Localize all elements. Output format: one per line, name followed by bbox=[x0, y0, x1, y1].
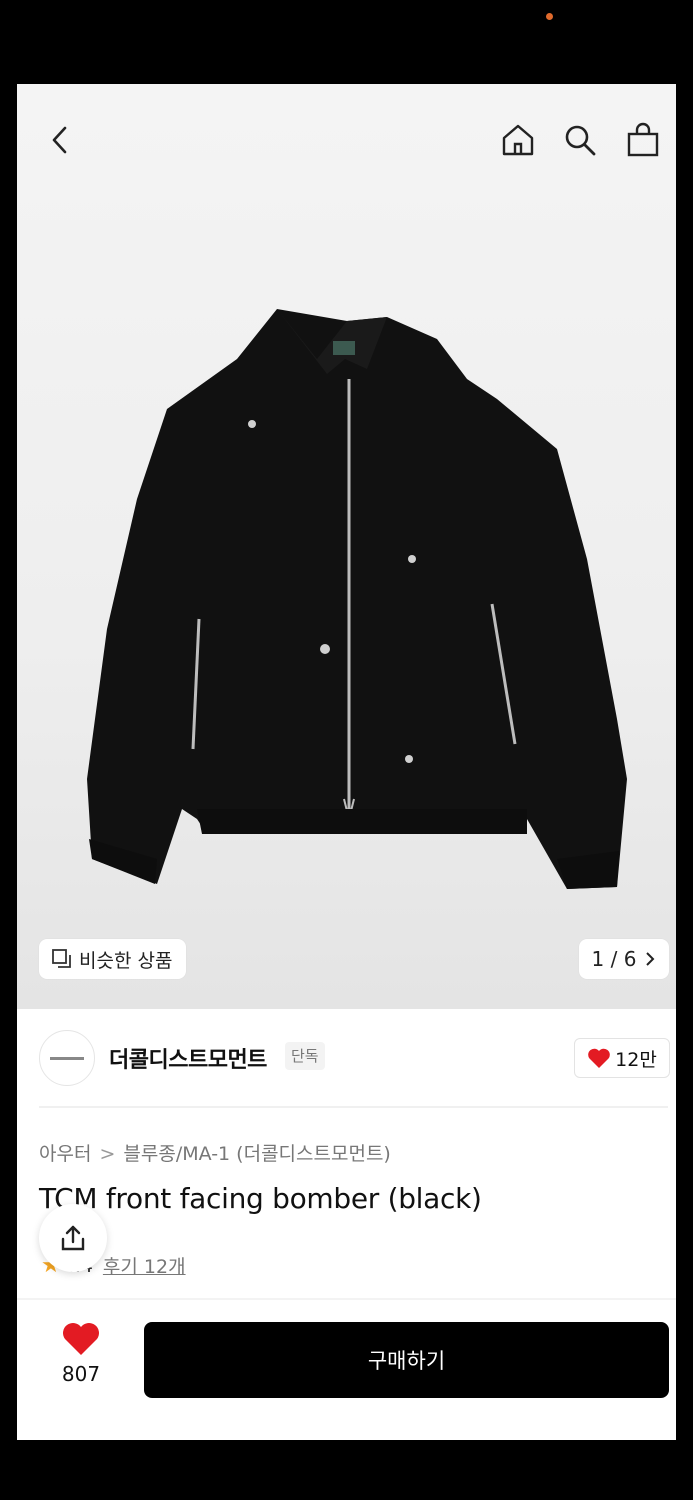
search-icon bbox=[565, 125, 596, 156]
wish-button[interactable]: 807 bbox=[39, 1322, 123, 1402]
search-button[interactable] bbox=[558, 118, 602, 162]
exclusive-badge: 단독 bbox=[285, 1042, 325, 1070]
wish-count: 807 bbox=[61, 1362, 101, 1386]
buy-button[interactable]: 구매하기 bbox=[144, 1322, 669, 1398]
status-dot bbox=[546, 13, 553, 20]
product-image bbox=[87, 309, 627, 889]
product-gallery[interactable]: 비슷한 상품 1 / 6 bbox=[17, 84, 676, 1009]
image-counter-text: 1 / 6 bbox=[591, 947, 637, 971]
footer-divider bbox=[17, 1298, 676, 1300]
home-button[interactable] bbox=[496, 118, 540, 162]
reviews-link[interactable]: 후기 12개 bbox=[103, 1252, 186, 1279]
bag-button[interactable] bbox=[621, 118, 665, 162]
similar-icon bbox=[52, 949, 71, 968]
breadcrumb: 아우터 > 블루종/MA-1 (더콜디스트모먼트) bbox=[39, 1143, 391, 1165]
image-counter[interactable]: 1 / 6 bbox=[579, 939, 669, 979]
heart-icon bbox=[588, 1048, 610, 1068]
bag-icon bbox=[627, 122, 659, 157]
brand-row[interactable]: 더콜디스트모먼트 단독 12만 bbox=[17, 1009, 676, 1107]
heart-icon bbox=[63, 1323, 99, 1355]
back-icon bbox=[52, 126, 67, 154]
home-icon bbox=[502, 124, 534, 156]
brand-name[interactable]: 더콜디스트모먼트 bbox=[109, 1042, 267, 1074]
chevron-right-icon bbox=[646, 952, 655, 966]
share-button[interactable] bbox=[39, 1204, 107, 1272]
share-icon bbox=[61, 1225, 85, 1251]
similar-products-label: 비슷한 상품 bbox=[79, 949, 173, 972]
breadcrumb-item[interactable]: 아우터 bbox=[39, 1143, 91, 1165]
back-button[interactable] bbox=[39, 118, 83, 162]
product-screen: 비슷한 상품 1 / 6 더콜디스트모먼트 단독 12만 아우터 > 블루종/MA-… bbox=[17, 84, 676, 1440]
divider bbox=[39, 1106, 668, 1108]
top-bar bbox=[17, 84, 676, 194]
product-title: TCM front facing bomber (black) bbox=[39, 1182, 482, 1215]
brand-like-count: 12만 bbox=[615, 1048, 657, 1071]
similar-products-button[interactable]: 비슷한 상품 bbox=[39, 939, 187, 979]
brand-logo[interactable] bbox=[39, 1030, 95, 1086]
brand-like-button[interactable]: 12만 bbox=[574, 1038, 670, 1078]
breadcrumb-item[interactable]: 블루종/MA-1 (더콜디스트모먼트) bbox=[123, 1143, 390, 1165]
